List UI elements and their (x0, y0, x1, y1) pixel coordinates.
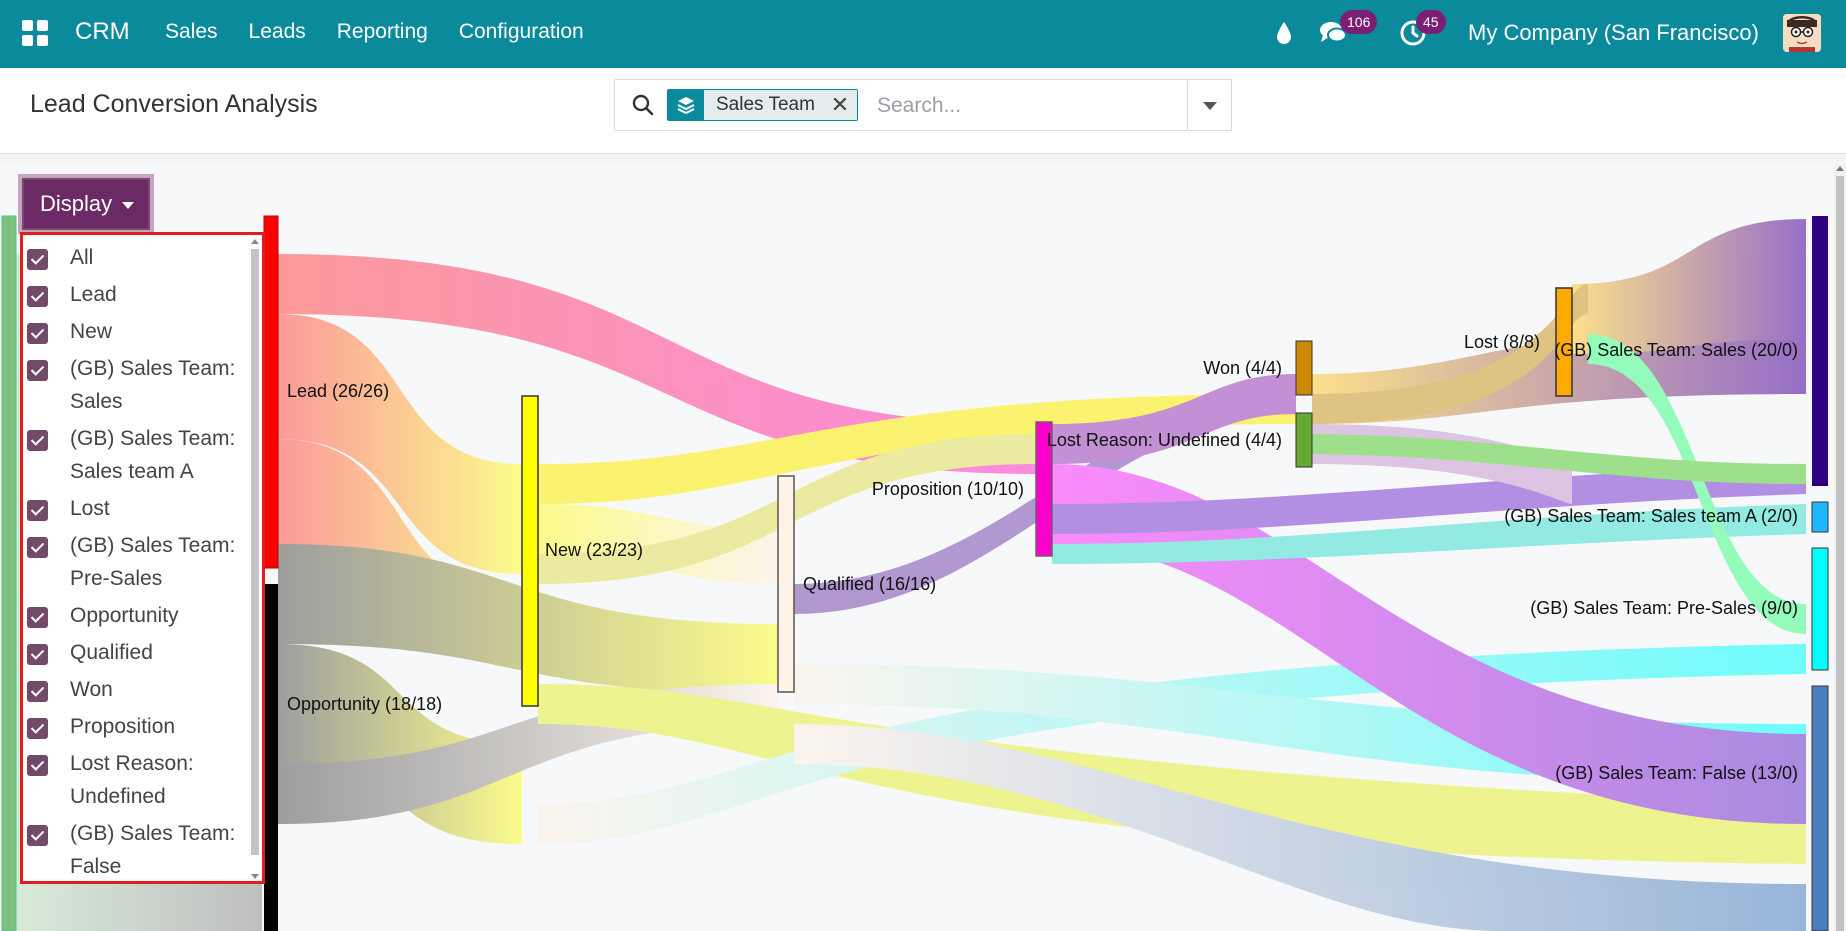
main-menu: Sales Leads Reporting Configuration (165, 20, 615, 44)
page-title: Lead Conversion Analysis (30, 90, 318, 118)
checkbox-icon[interactable] (27, 718, 48, 739)
node-label-qualified: Qualified (16/16) (803, 574, 936, 594)
node-label-lost: Lost (8/8) (1464, 332, 1540, 352)
facet-label: Sales Team (704, 90, 823, 120)
search-box[interactable]: Sales Team ✕ (614, 79, 1188, 131)
checkbox-icon[interactable] (27, 644, 48, 665)
scroll-up-icon[interactable] (1836, 166, 1844, 171)
search-options-toggle[interactable] (1188, 79, 1232, 131)
app-brand[interactable]: CRM (75, 18, 130, 46)
node-label-lost-reason: Lost Reason: Undefined (4/4) (1047, 430, 1282, 450)
node-label-proposition: Proposition (10/10) (872, 479, 1024, 499)
checkbox-icon[interactable] (27, 430, 48, 451)
checkbox-icon[interactable] (27, 537, 48, 558)
graph-area: Lead (26/26) Opportunity (18/18) New (23… (0, 164, 1846, 931)
caret-down-icon (122, 201, 135, 209)
node-label-gb-false: (GB) Sales Team: False (13/0) (1555, 763, 1798, 783)
node-label-gb-sales: (GB) Sales Team: Sales (20/0) (1554, 340, 1798, 360)
node-label-gb-sales-a: (GB) Sales Team: Sales team A (2/0) (1504, 506, 1798, 526)
search-facet-sales-team: Sales Team ✕ (667, 89, 858, 121)
layers-icon (668, 90, 704, 120)
display-button[interactable]: Display (18, 174, 154, 234)
display-button-label: Display (40, 191, 113, 216)
scroll-down-icon[interactable] (251, 874, 259, 879)
top-navbar: CRM Sales Leads Reporting Configuration … (0, 0, 1846, 68)
search-icon[interactable] (631, 93, 655, 117)
messages-count-badge: 106 (1340, 10, 1378, 34)
checkbox-icon[interactable] (27, 681, 48, 702)
menu-item-reporting[interactable]: Reporting (337, 20, 428, 44)
node-label-lead: Lead (26/26) (287, 381, 389, 401)
display-dropdown: All Lead New (GB) Sales Team: Sales (GB)… (20, 232, 265, 884)
water-drop-icon[interactable] (1274, 20, 1294, 46)
menu-item-configuration[interactable]: Configuration (459, 20, 584, 44)
search-input[interactable] (877, 92, 1167, 120)
checkbox-icon[interactable] (27, 500, 48, 521)
node-label-won: Won (4/4) (1203, 358, 1282, 378)
scroll-thumb[interactable] (1836, 176, 1844, 931)
checkbox-icon[interactable] (27, 360, 48, 381)
checkbox-icon[interactable] (27, 286, 48, 307)
node-label-new: New (23/23) (545, 540, 643, 560)
activities-count-badge: 45 (1416, 10, 1446, 34)
dropdown-scrollbar[interactable] (250, 239, 260, 879)
facet-remove-icon[interactable]: ✕ (822, 90, 857, 120)
checkbox-icon[interactable] (27, 607, 48, 628)
checkbox-icon[interactable] (27, 323, 48, 344)
user-avatar[interactable] (1783, 14, 1821, 52)
checkbox-icon[interactable] (27, 249, 48, 270)
control-panel: Lead Conversion Analysis Sales Team ✕ (0, 68, 1846, 154)
avatar-face-icon (1783, 14, 1821, 52)
checkbox-icon[interactable] (27, 755, 48, 776)
menu-item-leads[interactable]: Leads (249, 20, 306, 44)
sankey-diagram: Lead (26/26) Opportunity (18/18) New (23… (1, 215, 1829, 931)
checkbox-icon[interactable] (27, 825, 48, 846)
apps-menu-icon[interactable] (22, 20, 48, 46)
scroll-up-icon[interactable] (251, 239, 259, 244)
menu-item-sales[interactable]: Sales (165, 20, 218, 44)
page-scrollbar[interactable] (1834, 164, 1846, 931)
node-label-gb-presales: (GB) Sales Team: Pre-Sales (9/0) (1530, 598, 1798, 618)
scroll-thumb[interactable] (251, 249, 259, 855)
company-switcher[interactable]: My Company (San Francisco) (1468, 20, 1759, 46)
node-label-opportunity: Opportunity (18/18) (287, 694, 442, 714)
